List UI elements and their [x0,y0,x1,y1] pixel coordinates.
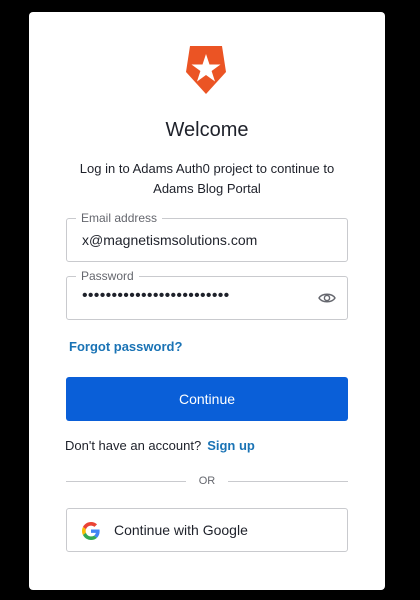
password-field-value[interactable]: ••••••••••••••••••••••••• [82,287,230,305]
google-g-icon [82,522,100,540]
page-title: Welcome [165,119,249,141]
password-field-label: Password [76,268,139,284]
google-button-label: Continue with Google [114,522,248,538]
signup-link[interactable]: Sign up [207,438,255,453]
forgot-password-link[interactable]: Forgot password? [69,339,182,354]
eye-icon[interactable] [318,291,336,305]
email-field[interactable]: Email address x@magnetismsolutions.com [66,210,348,262]
divider-right [228,481,348,482]
page-subtitle: Log in to Adams Auth0 project to continu… [79,161,335,196]
email-field-label: Email address [76,210,163,226]
login-card: Welcome Log in to Adams Auth0 project to… [29,12,385,590]
auth0-logo-icon [186,46,226,94]
password-field[interactable]: Password ••••••••••••••••••••••••• [66,268,348,320]
signup-row: Don't have an account? Sign up [65,438,255,453]
continue-button[interactable]: Continue [66,377,348,421]
continue-with-google-button[interactable]: Continue with Google [66,508,348,552]
signup-prompt: Don't have an account? [65,438,202,453]
email-field-value[interactable]: x@magnetismsolutions.com [82,232,257,248]
